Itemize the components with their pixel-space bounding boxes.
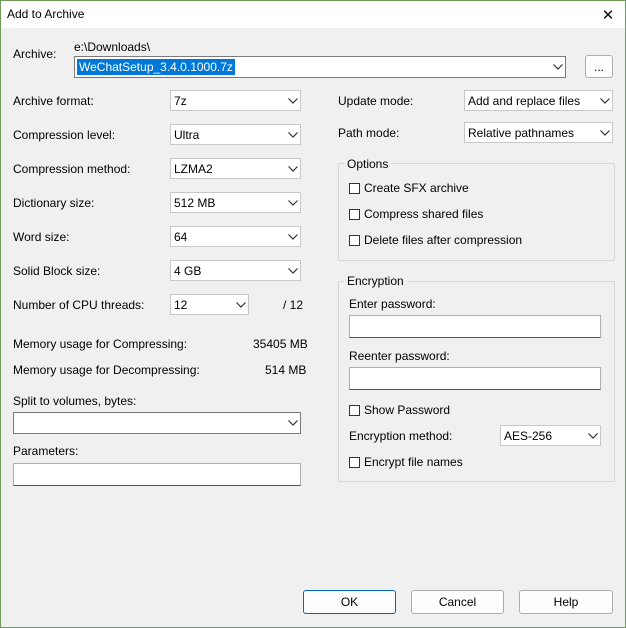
- window-title: Add to Archive: [7, 7, 85, 21]
- add-to-archive-dialog: Add to Archive ✕ Archive: e:\Downloads\ …: [0, 0, 626, 628]
- solid-block-size-label: Solid Block size:: [13, 264, 101, 278]
- memory-decompress-label: Memory usage for Decompressing:: [13, 363, 200, 377]
- compress-shared-checkbox[interactable]: Compress shared files: [349, 207, 483, 221]
- cancel-button[interactable]: Cancel: [411, 590, 504, 614]
- compression-method-select[interactable]: LZMA2: [170, 158, 301, 179]
- checkbox-box: [349, 182, 360, 194]
- cpu-threads-label: Number of CPU threads:: [13, 298, 145, 312]
- archive-name-value: WeChatSetup_3.4.0.1000.7z: [77, 59, 235, 75]
- path-mode-value: Relative pathnames: [468, 126, 575, 140]
- solid-block-size-value: 4 GB: [174, 264, 202, 278]
- path-mode-label: Path mode:: [338, 126, 400, 140]
- help-button[interactable]: Help: [519, 590, 613, 614]
- encryption-method-label: Encryption method:: [349, 429, 453, 443]
- chevron-down-icon: [288, 166, 298, 172]
- chevron-down-icon: [588, 433, 598, 439]
- checkbox-box: [349, 456, 360, 468]
- path-mode-select[interactable]: Relative pathnames: [464, 122, 613, 143]
- show-password-checkbox[interactable]: Show Password: [349, 403, 450, 417]
- dictionary-size-label: Dictionary size:: [13, 196, 95, 210]
- dictionary-size-value: 512 MB: [174, 196, 216, 210]
- solid-block-size-select[interactable]: 4 GB: [170, 260, 301, 281]
- ok-button[interactable]: OK: [303, 590, 396, 614]
- compress-shared-label: Compress shared files: [364, 207, 484, 221]
- archive-format-value: 7z: [174, 94, 187, 108]
- chevron-down-icon: [600, 98, 610, 104]
- compression-method-value: LZMA2: [174, 162, 213, 176]
- archive-path: e:\Downloads\: [74, 40, 151, 54]
- encrypt-names-checkbox[interactable]: Encrypt file names: [349, 455, 463, 469]
- archive-format-label: Archive format:: [13, 94, 94, 108]
- reenter-password-input[interactable]: [349, 367, 601, 390]
- chevron-down-icon: [288, 234, 298, 240]
- compression-level-label: Compression level:: [13, 128, 116, 142]
- enter-password-input[interactable]: [349, 315, 601, 338]
- encryption-method-value: AES-256: [504, 429, 553, 443]
- split-volumes-combo[interactable]: [13, 412, 301, 434]
- browse-button[interactable]: ...: [585, 55, 613, 78]
- checkbox-box: [349, 208, 360, 220]
- chevron-down-icon: [288, 98, 298, 104]
- word-size-value: 64: [174, 230, 188, 244]
- create-sfx-checkbox[interactable]: Create SFX archive: [349, 181, 469, 195]
- memory-decompress-value: 514 MB: [265, 363, 307, 377]
- chevron-down-icon: [288, 200, 298, 206]
- cpu-threads-select[interactable]: 12: [170, 294, 249, 315]
- compression-level-value: Ultra: [174, 128, 200, 142]
- show-password-label: Show Password: [364, 403, 451, 417]
- checkbox-box: [349, 404, 360, 416]
- title-bar: Add to Archive ✕: [1, 1, 625, 28]
- encryption-group-title: Encryption: [344, 274, 407, 288]
- cpu-threads-max: / 12: [283, 298, 304, 312]
- enter-password-label: Enter password:: [349, 297, 436, 311]
- options-group-title: Options: [344, 157, 392, 171]
- word-size-label: Word size:: [13, 230, 70, 244]
- archive-format-select[interactable]: 7z: [170, 90, 301, 111]
- encrypt-names-label: Encrypt file names: [364, 455, 463, 469]
- compression-level-select[interactable]: Ultra: [170, 124, 301, 145]
- delete-after-checkbox[interactable]: Delete files after compression: [349, 233, 522, 247]
- memory-compress-label: Memory usage for Compressing:: [13, 337, 188, 351]
- close-button[interactable]: ✕: [591, 1, 625, 28]
- update-mode-value: Add and replace files: [468, 94, 581, 108]
- chevron-down-icon: [236, 302, 246, 308]
- chevron-down-icon: [288, 420, 298, 426]
- reenter-password-label: Reenter password:: [349, 349, 450, 363]
- checkbox-box: [349, 234, 360, 246]
- split-volumes-label: Split to volumes, bytes:: [13, 394, 137, 408]
- memory-compress-value: 35405 MB: [253, 337, 308, 351]
- create-sfx-label: Create SFX archive: [364, 181, 469, 195]
- dictionary-size-select[interactable]: 512 MB: [170, 192, 301, 213]
- update-mode-select[interactable]: Add and replace files: [464, 90, 613, 111]
- cpu-threads-value: 12: [174, 298, 188, 312]
- chevron-down-icon: [553, 64, 563, 70]
- parameters-label: Parameters:: [13, 444, 79, 458]
- archive-label: Archive:: [13, 47, 57, 61]
- chevron-down-icon: [288, 132, 298, 138]
- chevron-down-icon: [288, 268, 298, 274]
- update-mode-label: Update mode:: [338, 94, 414, 108]
- archive-name-combo[interactable]: WeChatSetup_3.4.0.1000.7z: [74, 56, 566, 78]
- word-size-select[interactable]: 64: [170, 226, 301, 247]
- delete-after-label: Delete files after compression: [364, 233, 523, 247]
- encryption-method-select[interactable]: AES-256: [500, 425, 601, 446]
- chevron-down-icon: [600, 130, 610, 136]
- parameters-input[interactable]: [13, 463, 301, 486]
- close-icon: ✕: [601, 6, 615, 24]
- compression-method-label: Compression method:: [13, 162, 131, 176]
